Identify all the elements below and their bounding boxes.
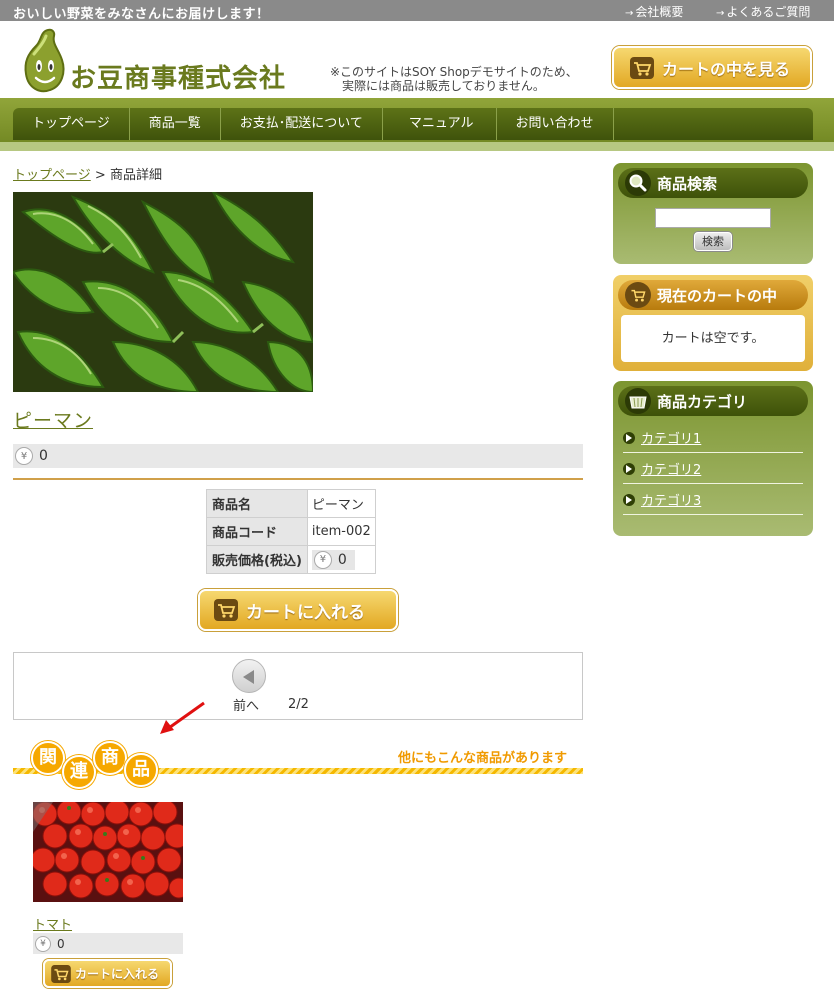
search-box-title: 商品検索 (657, 174, 718, 193)
search-icon (625, 170, 651, 196)
view-cart-button[interactable]: カートの中を見る (612, 46, 812, 89)
product-price-bar: ¥ 0 (13, 444, 583, 468)
category-link-3[interactable]: カテゴリ3 (641, 490, 701, 509)
category-box-title: 商品カテゴリ (657, 392, 748, 411)
table-row: 商品名 ピーマン (206, 489, 376, 518)
nav-item-top[interactable]: トップページ (13, 108, 130, 140)
search-box-header: 商品検索 (618, 168, 808, 198)
breadcrumb-home-link[interactable]: トップページ (13, 168, 91, 183)
category-link-1[interactable]: カテゴリ1 (641, 428, 701, 447)
yen-icon: ¥ (15, 447, 33, 465)
demo-notice: ※このサイトはSOY Shopデモサイトのため、 実際には商品は販売しておりませ… (330, 65, 578, 93)
sidebar-search-box: 商品検索 検索 (613, 163, 813, 264)
spec-value-cell: ¥ 0 (306, 545, 376, 574)
nav-background-bottom (0, 142, 834, 151)
site-logo[interactable]: お豆商事種式会社 (22, 28, 312, 96)
demo-notice-line1: ※このサイトはSOY Shopデモサイトのため、 (330, 65, 578, 79)
related-heading-char: 商 (93, 741, 127, 775)
nav-item-contact[interactable]: お問い合わせ (497, 108, 614, 140)
bean-logo-icon (24, 28, 65, 93)
company-info-label: 会社概要 (635, 5, 684, 19)
sidebar-category-box: 商品カテゴリ カテゴリ1 カテゴリ2 カテゴリ3 (613, 381, 813, 536)
related-products-header: 関 連 商 品 他にもこんな商品があります (13, 738, 583, 798)
spec-label: 販売価格(税込) (206, 545, 308, 574)
product-pager: 前へ 2/2 (13, 652, 583, 720)
related-heading-char: 関 (31, 741, 65, 775)
category-link-2[interactable]: カテゴリ2 (641, 459, 701, 478)
spec-label: 商品コード (206, 517, 308, 546)
breadcrumb: トップページ > 商品詳細 (13, 164, 162, 183)
view-cart-label: カートの中を見る (662, 59, 791, 79)
basket-icon (625, 388, 651, 414)
related-item-image[interactable] (33, 802, 183, 902)
related-heading-char: 連 (62, 755, 96, 789)
product-image (13, 192, 313, 392)
sidebar-cart-box: 現在のカートの中 カートは空です。 (613, 275, 813, 371)
related-heading-char: 品 (124, 753, 158, 787)
category-item: カテゴリ2 (623, 454, 803, 484)
category-item: カテゴリ3 (623, 485, 803, 515)
add-to-cart-label: カートに入れる (246, 602, 365, 623)
related-add-to-cart-button[interactable]: カートに入れる (43, 959, 172, 988)
cart-empty-message: カートは空です。 (621, 315, 805, 362)
faq-label: よくあるご質問 (726, 5, 811, 19)
company-info-link[interactable]: → 会社概要 (625, 3, 683, 20)
related-add-to-cart-label: カートに入れる (75, 967, 160, 981)
related-item-price: 0 (57, 936, 65, 951)
faq-link[interactable]: → よくあるご質問 (716, 3, 810, 20)
search-button[interactable]: 検索 (694, 232, 732, 251)
add-to-cart-button[interactable]: カートに入れる (198, 589, 398, 631)
prev-button[interactable] (232, 659, 266, 693)
related-item-price-bar: ¥ 0 (33, 933, 183, 954)
annotation-arrow-icon (160, 701, 205, 734)
spec-label: 商品名 (206, 489, 308, 518)
breadcrumb-current: 商品詳細 (109, 168, 162, 183)
prev-label[interactable]: 前へ (233, 695, 259, 714)
category-box-header: 商品カテゴリ (618, 386, 808, 416)
spec-value: ピーマン (306, 489, 376, 518)
global-nav: トップページ 商品一覧 お支払･配送について マニュアル お問い合わせ (13, 108, 813, 140)
site-tagline: おいしい野菜をみなさんにお届けします！ (13, 7, 270, 22)
nav-item-payment-shipping[interactable]: お支払･配送について (221, 108, 383, 140)
arrow-right-icon: → (625, 8, 634, 19)
yen-icon: ¥ (35, 935, 51, 952)
bullet-arrow-icon (623, 431, 635, 444)
category-item: カテゴリ1 (623, 423, 803, 453)
page-count: 2/2 (288, 697, 309, 712)
arrow-right-icon: → (716, 8, 725, 19)
cart-icon (630, 56, 654, 79)
product-name[interactable]: ピーマン (13, 406, 93, 433)
cart-box-title: 現在のカートの中 (657, 286, 778, 305)
product-spec-table: 商品名 ピーマン 商品コード item-002 販売価格(税込) ¥ 0 (206, 489, 376, 574)
spec-price: ¥ 0 (311, 549, 355, 570)
company-name: お豆商事種式会社 (70, 64, 287, 94)
bullet-arrow-icon (623, 493, 635, 506)
cart-icon (51, 964, 71, 983)
cart-box-header: 現在のカートの中 (618, 280, 808, 310)
breadcrumb-separator: > (94, 168, 106, 183)
cart-icon (625, 282, 651, 308)
spec-price-value: 0 (337, 551, 347, 568)
spec-value: item-002 (306, 517, 376, 546)
demo-notice-line2: 実際には商品は販売しておりません。 (342, 79, 545, 93)
prev-arrow-icon (243, 670, 254, 684)
nav-item-manual[interactable]: マニュアル (383, 108, 497, 140)
yen-icon: ¥ (313, 550, 332, 569)
table-row: 販売価格(税込) ¥ 0 (206, 545, 376, 574)
product-price: 0 (39, 448, 48, 464)
related-item-name[interactable]: トマト (33, 914, 72, 933)
cart-icon (214, 599, 238, 621)
search-input[interactable] (655, 208, 771, 228)
table-row: 商品コード item-002 (206, 517, 376, 546)
price-divider (13, 478, 583, 480)
related-tagline: 他にもこんな商品があります (397, 751, 567, 766)
nav-item-products[interactable]: 商品一覧 (130, 108, 221, 140)
top-bar: おいしい野菜をみなさんにお届けします！ → 会社概要 → よくあるご質問 (0, 0, 834, 22)
bullet-arrow-icon (623, 462, 635, 475)
